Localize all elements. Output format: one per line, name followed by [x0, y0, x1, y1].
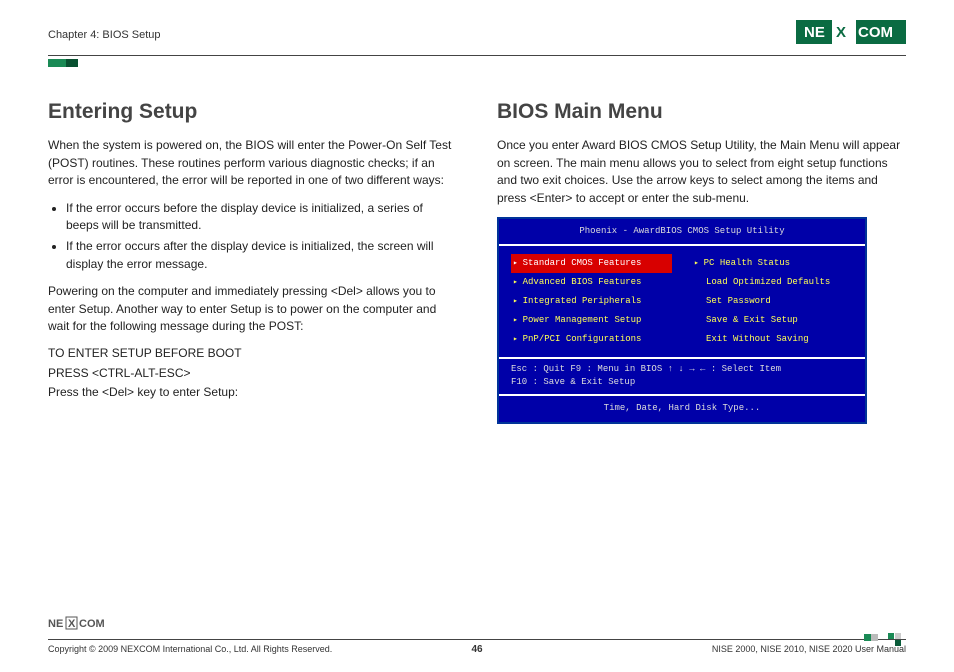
bios-menu-item: Set Password [692, 292, 853, 311]
left-p2: Powering on the computer and immediately… [48, 283, 457, 335]
bios-menu-item: PC Health Status [692, 254, 853, 273]
page-header: Chapter 4: BIOS Setup NE X COM [48, 20, 906, 56]
bios-help-line1: Esc : Quit F9 : Menu in BIOS ↑ ↓ → ← : S… [511, 363, 853, 376]
svg-text:NE: NE [804, 24, 825, 41]
bios-menu-item: Exit Without Saving [692, 330, 853, 349]
page-number: 46 [471, 644, 482, 655]
bullet-1: If the error occurs before the display d… [66, 200, 457, 235]
bios-menu-item: Standard CMOS Features [511, 254, 672, 273]
chapter-label: Chapter 4: BIOS Setup [48, 29, 161, 41]
bios-hint: Time, Date, Hard Disk Type... [499, 396, 865, 421]
right-heading: BIOS Main Menu [497, 97, 906, 127]
bios-menu-item: Load Optimized Defaults [692, 273, 853, 292]
svg-text:COM: COM [858, 24, 893, 41]
content-columns: Entering Setup When the system is powere… [48, 97, 906, 424]
setup-line1: TO ENTER SETUP BEFORE BOOT [48, 345, 457, 362]
page-footer: NE X COM Copyright © 2009 NEXCOM Interna… [48, 616, 906, 654]
bios-right-col: PC Health StatusLoad Optimized DefaultsS… [692, 254, 853, 349]
bios-menu: Standard CMOS FeaturesAdvanced BIOS Feat… [499, 244, 865, 359]
bios-title: Phoenix - AwardBIOS CMOS Setup Utility [499, 219, 865, 244]
footer-bar: Copyright © 2009 NEXCOM International Co… [48, 639, 906, 654]
footer-copyright: Copyright © 2009 NEXCOM International Co… [48, 644, 332, 654]
setup-line3: Press the <Del> key to enter Setup: [48, 384, 457, 401]
svg-text:X: X [836, 24, 846, 41]
error-list: If the error occurs before the display d… [66, 200, 457, 274]
left-heading: Entering Setup [48, 97, 457, 127]
svg-text:COM: COM [79, 618, 105, 630]
footer-manual: NISE 2000, NISE 2010, NISE 2020 User Man… [712, 644, 906, 654]
right-column: BIOS Main Menu Once you enter Award BIOS… [497, 97, 906, 424]
left-column: Entering Setup When the system is powere… [48, 97, 457, 424]
bios-menu-item: PnP/PCI Configurations [511, 330, 672, 349]
header-accent-bar [48, 59, 78, 67]
bullet-2: If the error occurs after the display de… [66, 238, 457, 273]
bios-help-line2: F10 : Save & Exit Setup [511, 376, 853, 389]
bios-menu-item: Advanced BIOS Features [511, 273, 672, 292]
svg-text:NE: NE [48, 618, 63, 630]
footer-logo: NE X COM [48, 616, 906, 637]
bios-menu-item: Save & Exit Setup [692, 311, 853, 330]
right-p1: Once you enter Award BIOS CMOS Setup Uti… [497, 137, 906, 207]
footer-squares-icon [888, 633, 906, 649]
svg-text:X: X [68, 618, 76, 630]
bios-left-col: Standard CMOS FeaturesAdvanced BIOS Feat… [511, 254, 672, 349]
brand-logo: NE X COM [796, 20, 906, 49]
setup-line2: PRESS <CTRL-ALT-ESC> [48, 365, 457, 382]
bios-help: Esc : Quit F9 : Menu in BIOS ↑ ↓ → ← : S… [499, 359, 865, 396]
left-p1: When the system is powered on, the BIOS … [48, 137, 457, 189]
bios-menu-item: Integrated Peripherals [511, 292, 672, 311]
bios-menu-item: Power Management Setup [511, 311, 672, 330]
bios-screenshot: Phoenix - AwardBIOS CMOS Setup Utility S… [497, 217, 867, 424]
